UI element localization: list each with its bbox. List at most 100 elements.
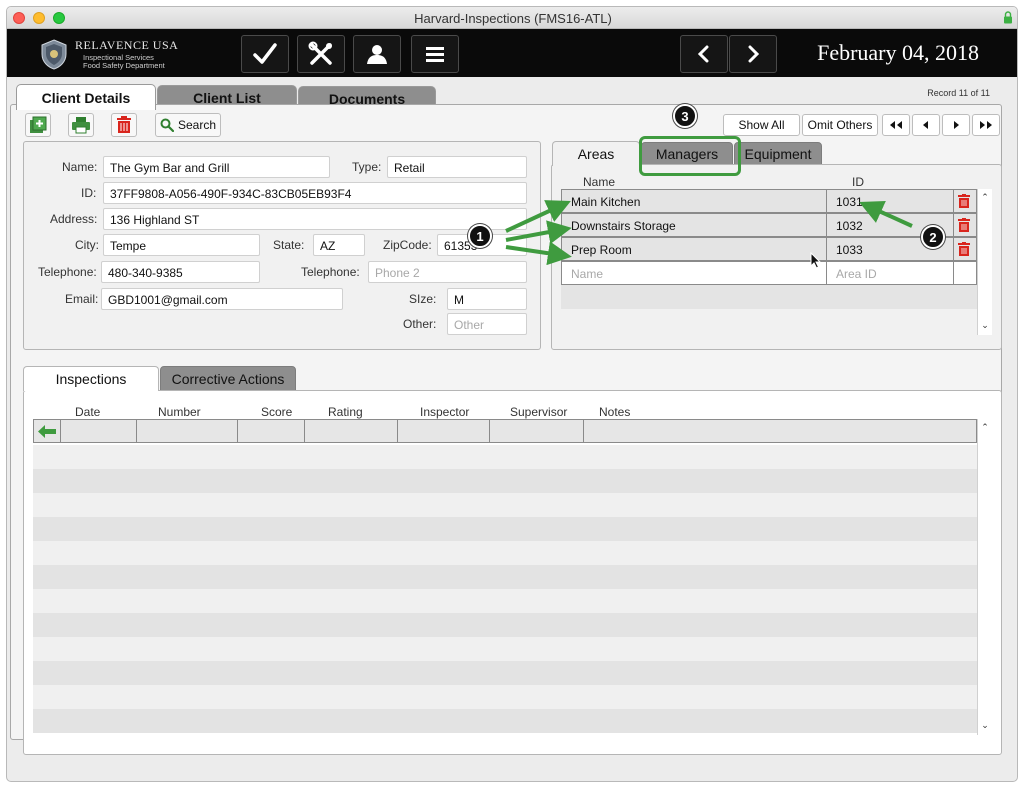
telephone-field[interactable]: 480-340-9385 [101,261,260,283]
logo: RELAVENCE USA Inspectional Services Food… [21,35,201,73]
column-header: Rating [328,405,363,419]
cell-divider [237,420,238,442]
list-item[interactable] [33,445,977,469]
area-name-cell[interactable]: Prep Room [561,237,827,261]
list-item[interactable] [33,493,977,517]
list-item[interactable] [33,709,977,733]
area-name-cell[interactable]: Main Kitchen [561,189,827,213]
chevron-up-icon[interactable]: ⌃ [978,191,992,203]
print-button[interactable] [68,113,94,137]
next-button[interactable] [729,35,777,73]
name-field[interactable]: The Gym Bar and Grill [103,156,330,178]
tools-icon [308,41,332,65]
app-header: RELAVENCE USA Inspectional Services Food… [7,29,1017,77]
area-id-cell[interactable]: 1031 [826,189,954,213]
title-bar: Harvard-Inspections (FMS16-ATL) [7,7,1017,29]
search-label: Search [177,118,217,132]
column-header: Number [158,405,201,419]
table-row: Prep Room 1033 [561,237,977,261]
window-title: Harvard-Inspections (FMS16-ATL) [414,11,612,26]
column-header: Score [261,405,293,419]
chevron-up-icon[interactable]: ⌃ [978,421,992,433]
prev-record-button[interactable] [912,114,940,136]
new-area-name-field[interactable]: Name [561,261,827,285]
size-field[interactable]: M [447,288,527,310]
column-header: Inspector [420,405,470,419]
tab-areas[interactable]: Areas [552,141,640,166]
list-item[interactable] [33,637,977,661]
tab-corrective-actions[interactable]: Corrective Actions [160,366,296,391]
cell-divider [136,420,137,442]
delete-record-button[interactable] [111,113,137,137]
telephone2-field[interactable]: Phone 2 [368,261,527,283]
cursor-icon [810,252,822,269]
previous-button[interactable] [680,35,728,73]
user-button[interactable] [353,35,401,73]
other-field[interactable]: Other [447,313,527,335]
last-record-button[interactable] [972,114,1000,136]
new-area-row: Name Area ID [561,261,977,285]
list-item[interactable] [33,685,977,709]
area-name-header: Name [583,175,616,189]
zip-label: ZipCode: [383,238,432,252]
cell-divider [583,420,584,442]
chevron-left-icon [923,121,928,129]
double-chevron-right-icon [980,121,992,129]
email-field[interactable]: GBD1001@gmail.com [101,288,343,310]
area-name-cell[interactable]: Downstairs Storage [561,213,827,237]
managers-tab-highlight [639,136,741,176]
tools-button[interactable] [297,35,345,73]
size-label: SIze: [409,292,437,306]
list-item[interactable] [33,661,977,685]
chevron-down-icon[interactable]: ⌄ [978,719,992,731]
list-item[interactable] [33,469,977,493]
telephone2-label: Telephone: [301,265,360,279]
new-area-id-field[interactable]: Area ID [826,261,954,285]
email-label: Email: [65,292,99,306]
column-header: Notes [599,405,631,419]
city-label: City: [75,238,99,252]
search-button[interactable]: Search [155,113,221,137]
cell-divider [489,420,490,442]
state-field[interactable]: AZ [313,234,365,256]
chevron-down-icon[interactable]: ⌄ [978,319,992,331]
tab-equipment[interactable]: Equipment [734,142,822,166]
delete-cell [953,261,977,285]
arrow-left-icon[interactable] [38,425,56,438]
address-field[interactable]: 136 Highland ST [103,208,527,230]
type-field[interactable]: Retail [387,156,527,178]
other-label: Other: [403,317,437,331]
chevron-left-icon [697,45,709,63]
tab-inspections[interactable]: Inspections [23,366,159,391]
menu-icon [426,47,444,62]
telephone-label: Telephone: [38,265,97,279]
show-all-button[interactable]: Show All [723,114,800,136]
cell-divider [304,420,305,442]
list-item[interactable] [33,517,977,541]
state-label: State: [273,238,305,252]
trash-icon[interactable] [958,194,970,208]
annotation-badge: 2 [921,225,945,249]
menu-button[interactable] [411,35,459,73]
checkmark-button[interactable] [241,35,289,73]
first-record-button[interactable] [882,114,910,136]
checkmark-icon [253,43,277,64]
chevron-right-icon [748,45,760,63]
table-row: Main Kitchen 1031 [561,189,977,213]
cell-divider [397,420,398,442]
city-field[interactable]: Tempe [103,234,260,256]
trash-icon[interactable] [958,218,970,232]
list-item[interactable] [33,565,977,589]
areas-scrollbar[interactable]: ⌃ ⌄ [977,189,992,335]
list-item[interactable] [33,613,977,637]
trash-icon[interactable] [958,242,970,256]
list-item[interactable] [33,541,977,565]
new-record-button[interactable] [25,113,51,137]
omit-others-button[interactable]: Omit Others [802,114,878,136]
next-record-button[interactable] [942,114,970,136]
inspection-entry-row[interactable] [33,419,977,443]
id-field[interactable]: 37FF9808-A056-490F-934C-83CB05EB93F4 [103,182,527,204]
list-item[interactable] [33,589,977,613]
tab-client-details[interactable]: Client Details [16,84,156,110]
inspections-scrollbar[interactable]: ⌃ ⌄ [977,419,992,735]
